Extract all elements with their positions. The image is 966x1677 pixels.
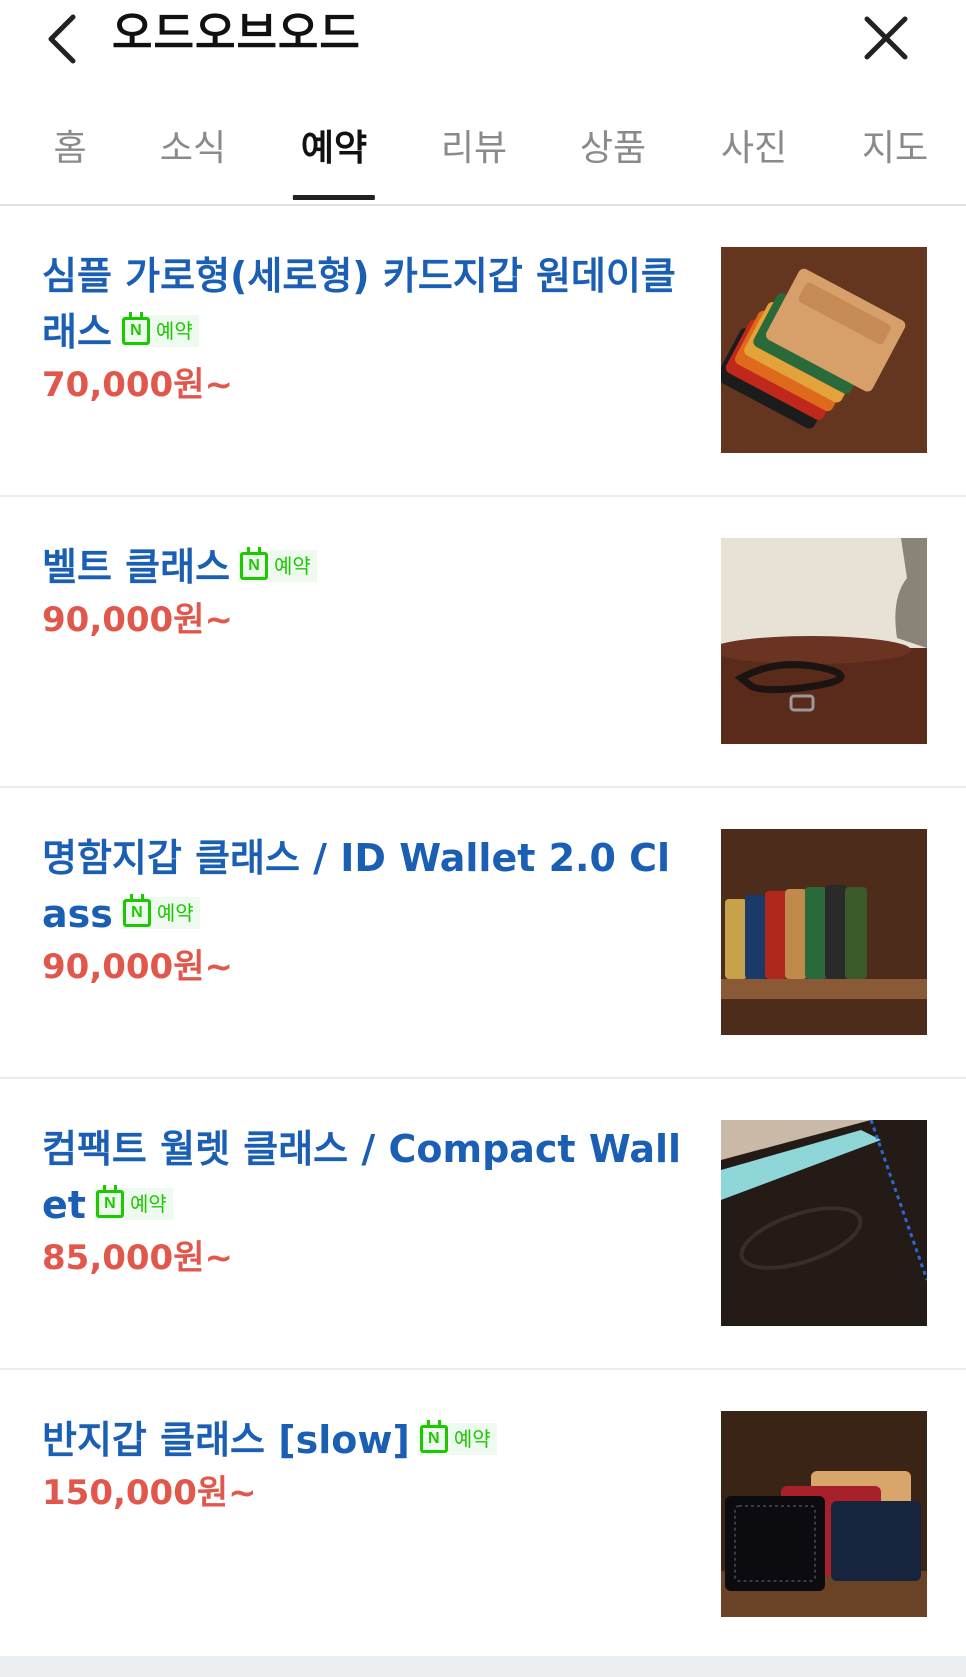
item-title[interactable]: 컴팩트 월렛 클래스 / Compact Wallet N 예약	[42, 1121, 692, 1233]
booking-badge: N 예약	[93, 1184, 173, 1220]
badge-label: 예약	[274, 553, 311, 578]
item-text: 벨트 클래스 N 예약 90,000원~	[42, 539, 692, 643]
close-icon	[864, 16, 908, 60]
compact-wallet-photo	[721, 1120, 927, 1326]
list-item[interactable]: 벨트 클래스 N 예약 90,000원~	[0, 497, 966, 788]
tab-products[interactable]: 상품	[580, 124, 646, 204]
item-thumbnail[interactable]	[721, 1120, 927, 1326]
item-text: 컴팩트 월렛 클래스 / Compact Wallet N 예약 85,000원~	[42, 1121, 692, 1281]
badge-label: 예약	[453, 1426, 491, 1451]
item-title[interactable]: 심플 가로형(세로형) 카드지갑 원데이클래스 N 예약	[42, 248, 692, 360]
item-title[interactable]: 반지갑 클래스 [slow] N 예약	[42, 1412, 692, 1468]
list-item[interactable]: 심플 가로형(세로형) 카드지갑 원데이클래스 N 예약 70,000원~	[0, 206, 966, 497]
badge-label: 예약	[156, 900, 194, 925]
tab-news[interactable]: 소식	[160, 124, 226, 204]
item-text: 심플 가로형(세로형) 카드지갑 원데이클래스 N 예약 70,000원~	[42, 248, 692, 408]
naver-calendar-icon: N	[95, 1184, 124, 1218]
tab-map[interactable]: 지도	[862, 124, 928, 204]
item-thumbnail[interactable]	[721, 829, 927, 1035]
tab-photos[interactable]: 사진	[721, 124, 787, 204]
item-text: 반지갑 클래스 [slow] N 예약 150,000원~	[42, 1412, 692, 1516]
naver-calendar-icon: N	[122, 893, 151, 927]
item-price: 85,000원~	[42, 1238, 233, 1278]
id-wallet-photo	[721, 829, 927, 1035]
item-title[interactable]: 벨트 클래스 N 예약	[42, 539, 692, 595]
booking-badge: N 예약	[119, 311, 199, 347]
naver-calendar-icon: N	[419, 1419, 448, 1453]
belt-photo	[721, 538, 927, 744]
booking-badge: N 예약	[417, 1419, 497, 1455]
back-button[interactable]	[38, 8, 86, 70]
list-item[interactable]: 명함지갑 클래스 / ID Wallet 2.0 Class N 예약 90,000…	[0, 788, 966, 1079]
booking-list: 심플 가로형(세로형) 카드지갑 원데이클래스 N 예약 70,000원~ 벨트…	[0, 206, 966, 1661]
bottom-divider	[0, 1656, 966, 1677]
tab-bar: 홈 소식 예약 리뷰 상품 사진 지도	[0, 92, 966, 206]
tab-review[interactable]: 리뷰	[441, 124, 507, 204]
item-thumbnail[interactable]	[721, 247, 927, 453]
page-title: 오드오브오드	[112, 8, 361, 59]
card-wallet-photo	[721, 247, 927, 453]
item-thumbnail[interactable]	[721, 1411, 927, 1617]
list-item[interactable]: 반지갑 클래스 [slow] N 예약 150,000원~	[0, 1370, 966, 1661]
item-title-text: 벨트 클래스	[42, 545, 231, 589]
tab-home[interactable]: 홈	[53, 124, 86, 204]
booking-badge: N 예약	[238, 546, 317, 582]
badge-label: 예약	[155, 318, 193, 343]
item-text: 명함지갑 클래스 / ID Wallet 2.0 Class N 예약 90,000…	[42, 830, 692, 990]
naver-calendar-icon: N	[121, 311, 150, 345]
item-price: 150,000원~	[42, 1473, 257, 1513]
item-price: 70,000원~	[42, 365, 233, 405]
item-title-text: 반지갑 클래스 [slow]	[42, 1418, 410, 1462]
naver-calendar-icon: N	[240, 546, 269, 580]
booking-badge: N 예약	[120, 893, 200, 929]
item-price: 90,000원~	[42, 947, 233, 987]
badge-label: 예약	[129, 1191, 167, 1216]
list-item[interactable]: 컴팩트 월렛 클래스 / Compact Wallet N 예약 85,000원~	[0, 1079, 966, 1370]
item-thumbnail[interactable]	[721, 538, 927, 744]
item-price: 90,000원~	[42, 600, 233, 640]
close-button[interactable]	[858, 10, 914, 66]
top-bar: 오드오브오드	[0, 0, 966, 92]
bifold-wallet-photo	[721, 1411, 927, 1617]
chevron-left-icon	[48, 14, 76, 64]
item-title[interactable]: 명함지갑 클래스 / ID Wallet 2.0 Class N 예약	[42, 830, 692, 942]
tab-booking[interactable]: 예약	[292, 124, 376, 204]
